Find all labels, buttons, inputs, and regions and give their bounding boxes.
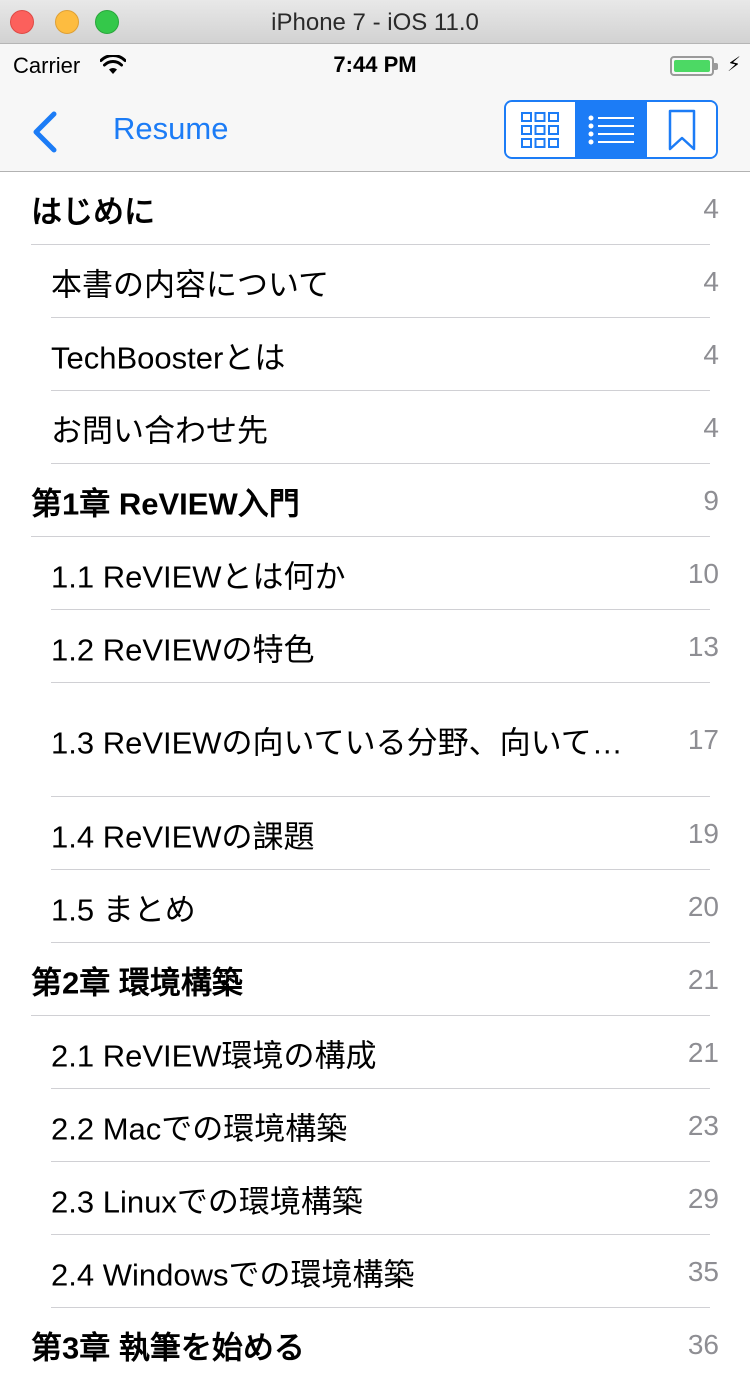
toc-section-row[interactable]: 本書の内容について 4 (0, 245, 750, 318)
segment-grid-view[interactable] (506, 102, 575, 157)
toc-entry-title: 1.2 ReVIEWの特色 (51, 632, 315, 667)
toc-entry-title: 2.3 Linuxでの環境構築 (51, 1184, 363, 1219)
toc-entry-title: はじめに (31, 194, 155, 230)
toc-section-row[interactable]: 1.3 ReVIEWの向いている分野、向いて… 17 (0, 683, 750, 797)
toc-entry-title: 1.3 ReVIEWの向いている分野、向いて… (51, 725, 623, 761)
status-bar: Carrier 7:44 PM ⚡ (0, 44, 750, 86)
toc-entry-title: 2.2 Macでの環境構築 (51, 1111, 348, 1146)
table-of-contents-list: はじめに 4 本書の内容について 4 TechBoosterとは 4 お問い合わせ先 4 第1章… (0, 173, 750, 1378)
toc-entry-title: 第2章 環境構築 (31, 965, 243, 1000)
toc-entry-page-number: 20 (687, 890, 719, 922)
toc-chapter-row[interactable]: 第1章 ReVIEW入門 9 (0, 464, 750, 537)
toc-entry-title: 第3章 執筆を始める (31, 1330, 305, 1365)
toc-entry-page-number: 35 (687, 1255, 719, 1287)
toc-entry-page-number: 29 (687, 1182, 719, 1214)
toc-entry-page-number: 19 (687, 817, 719, 849)
grid-icon (521, 111, 560, 148)
chevron-left-icon (33, 111, 57, 153)
toc-entry-title: 1.1 ReVIEWとは何か (51, 559, 346, 594)
toc-section-row[interactable]: TechBoosterとは 4 (0, 318, 750, 391)
toc-entry-title: TechBoosterとは (51, 340, 286, 375)
toc-section-row[interactable]: 1.5 まとめ 20 (0, 870, 750, 943)
navigation-bar: Resume (0, 86, 750, 172)
toc-section-row[interactable]: 1.1 ReVIEWとは何か 10 (0, 537, 750, 610)
toc-entry-page-number: 36 (687, 1328, 719, 1360)
toc-chapter-row[interactable]: 第2章 環境構築 21 (0, 943, 750, 1016)
list-icon (588, 115, 634, 144)
battery-icon (670, 56, 718, 76)
toc-chapter-row[interactable]: 第3章 執筆を始める 36 (0, 1308, 750, 1378)
segment-list-view[interactable] (574, 102, 646, 157)
charging-bolt-icon: ⚡ (727, 54, 742, 76)
toc-section-row[interactable]: 2.1 ReVIEW環境の構成 21 (0, 1016, 750, 1089)
toc-entry-page-number: 9 (703, 484, 719, 516)
toc-section-row[interactable]: 1.4 ReVIEWの課題 19 (0, 797, 750, 870)
toc-entry-title: 1.4 ReVIEWの課題 (51, 819, 315, 854)
toc-section-row[interactable]: 1.2 ReVIEWの特色 13 (0, 610, 750, 683)
back-button[interactable]: Resume (30, 108, 270, 153)
toc-entry-title: お問い合わせ先 (51, 413, 268, 448)
toc-entry-page-number: 21 (687, 963, 719, 995)
bookmark-icon (668, 109, 695, 150)
toc-entry-page-number: 23 (687, 1109, 719, 1141)
toc-section-row[interactable]: 2.3 Linuxでの環境構築 29 (0, 1162, 750, 1235)
simulator-title-bar: iPhone 7 - iOS 11.0 (0, 0, 750, 44)
toc-entry-page-number: 4 (703, 338, 719, 370)
toc-section-row[interactable]: 2.4 Windowsでの環境構築 35 (0, 1235, 750, 1308)
toc-entry-page-number: 10 (687, 557, 719, 589)
window-title: iPhone 7 - iOS 11.0 (271, 9, 479, 36)
toc-entry-title: 第1章 ReVIEW入門 (31, 486, 300, 521)
toc-section-row[interactable]: お問い合わせ先 4 (0, 391, 750, 464)
toc-entry-page-number: 21 (687, 1036, 719, 1068)
toc-chapter-row[interactable]: はじめに 4 (0, 173, 750, 245)
toc-entry-title: 2.4 Windowsでの環境構築 (51, 1257, 415, 1292)
segment-bookmarks[interactable] (645, 102, 716, 157)
toc-entry-title: 1.5 まとめ (51, 892, 196, 927)
toc-entry-page-number: 4 (703, 193, 719, 224)
toc-entry-title: 本書の内容について (51, 267, 330, 302)
toc-entry-page-number: 17 (687, 724, 719, 755)
toc-entry-page-number: 4 (703, 411, 719, 443)
toc-entry-page-number: 13 (687, 630, 719, 662)
status-time: 7:44 PM (333, 52, 417, 77)
toc-entry-page-number: 4 (703, 265, 719, 297)
toc-entry-title: 2.1 ReVIEW環境の構成 (51, 1038, 377, 1073)
toc-section-row[interactable]: 2.2 Macでの環境構築 23 (0, 1089, 750, 1162)
back-button-label: Resume (113, 111, 229, 146)
view-mode-segmented-control (504, 100, 718, 159)
